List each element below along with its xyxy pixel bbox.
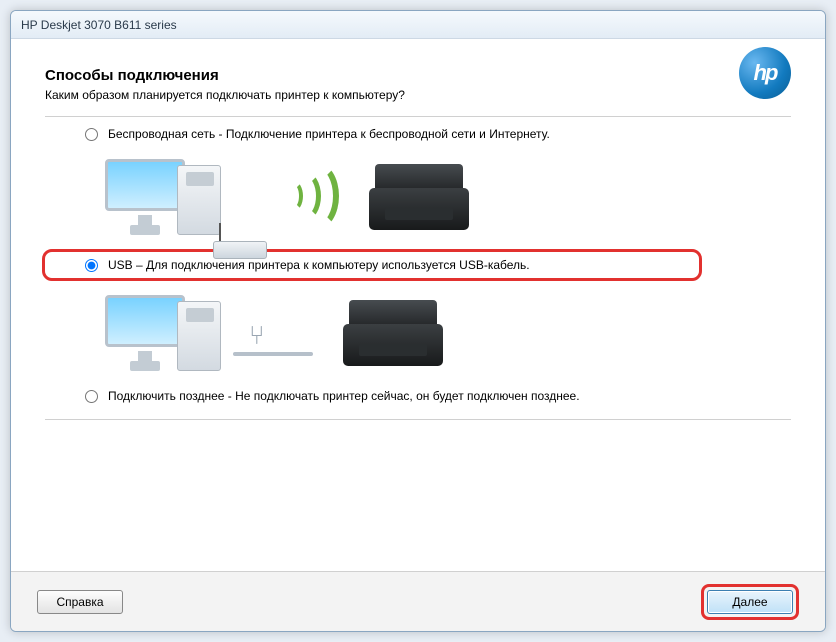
- wifi-signal-icon: [285, 167, 339, 227]
- option-usb-label: USB – Для подключения принтера к компьют…: [108, 258, 530, 272]
- footer-bar: Справка Далее: [11, 571, 825, 631]
- next-highlight: Далее: [701, 584, 799, 620]
- illustration-usb: ⑂: [45, 281, 791, 385]
- illustration-wireless: [45, 145, 791, 249]
- usb-cable-icon: ⑂: [233, 320, 313, 370]
- router-icon: [209, 223, 273, 259]
- radio-usb[interactable]: [85, 259, 98, 272]
- help-button[interactable]: Справка: [37, 590, 123, 614]
- option-later-label: Подключить позднее - Не подключать принт…: [108, 389, 580, 403]
- page-heading: Способы подключения: [45, 67, 791, 84]
- window-title: HP Deskjet 3070 B611 series: [21, 18, 177, 32]
- option-wireless[interactable]: Беспроводная сеть - Подключение принтера…: [45, 123, 791, 145]
- titlebar: HP Deskjet 3070 B611 series: [11, 11, 825, 39]
- option-wireless-label: Беспроводная сеть - Подключение принтера…: [108, 127, 550, 141]
- pc-tower-icon: [177, 301, 221, 371]
- printer-icon: [369, 164, 469, 230]
- printer-icon: [343, 300, 443, 366]
- option-usb[interactable]: USB – Для подключения принтера к компьют…: [42, 249, 702, 281]
- radio-wireless[interactable]: [85, 128, 98, 141]
- radio-later[interactable]: [85, 390, 98, 403]
- installer-window: HP Deskjet 3070 B611 series hp Способы п…: [10, 10, 826, 632]
- page-subheading: Каким образом планируется подключать при…: [45, 88, 791, 102]
- content-area: Способы подключения Каким образом планир…: [11, 39, 825, 571]
- option-later[interactable]: Подключить позднее - Не подключать принт…: [45, 385, 791, 407]
- next-button[interactable]: Далее: [707, 590, 793, 614]
- options-panel: Беспроводная сеть - Подключение принтера…: [45, 116, 791, 420]
